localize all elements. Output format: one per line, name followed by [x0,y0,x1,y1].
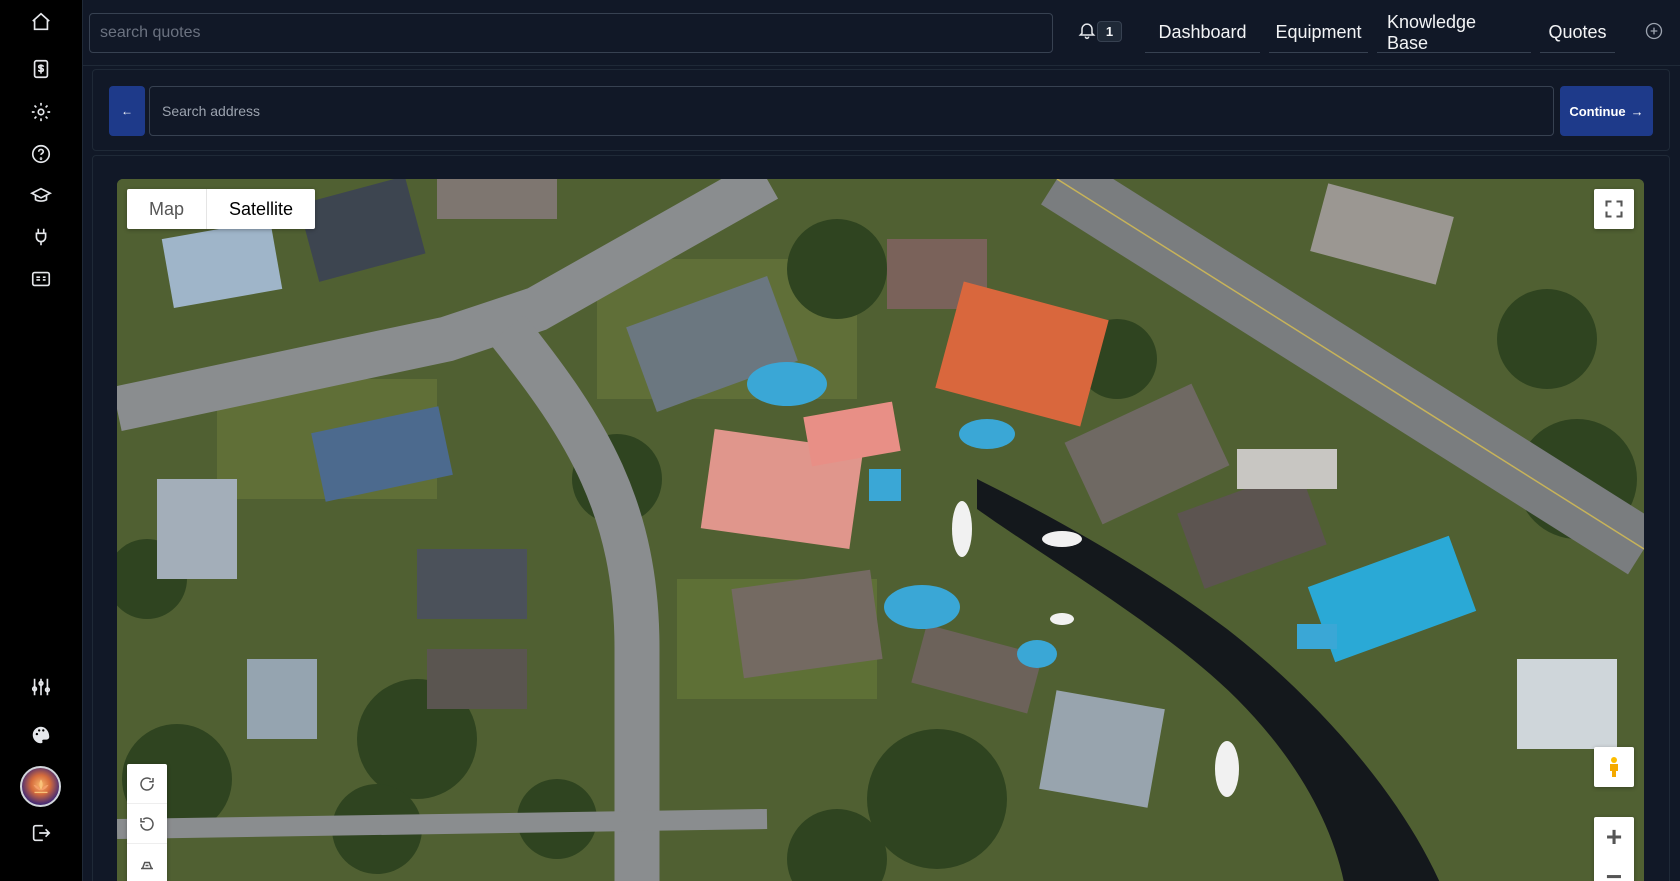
zoom-out-button[interactable]: − [1594,857,1634,881]
back-button[interactable]: ← [109,86,145,136]
avatar[interactable] [20,766,61,807]
top-bar: 1 Dashboard Equipment Knowledge Base Quo… [83,0,1680,66]
zoom-controls: + − [1594,817,1634,881]
street-view-pegman-icon[interactable] [1594,747,1634,787]
sidebar [0,0,83,881]
plug-icon[interactable] [28,224,54,250]
notification-count-badge: 1 [1097,21,1122,42]
rotate-counterclockwise-icon[interactable] [127,804,167,844]
nav-dashboard[interactable]: Dashboard [1145,13,1260,53]
nav-quotes[interactable]: Quotes [1540,13,1615,53]
continue-button[interactable]: Continue → [1560,86,1653,136]
graduation-cap-icon[interactable] [28,183,54,209]
map-type-satellite-button[interactable]: Satellite [206,189,315,229]
tilt-icon[interactable] [127,844,167,881]
satellite-map[interactable]: Map Satellite + − [117,179,1644,881]
zoom-in-button[interactable]: + [1594,817,1634,857]
address-search-panel: ← Continue → [92,69,1670,151]
fullscreen-icon[interactable] [1594,189,1634,229]
continue-label: Continue [1569,103,1626,119]
arrow-right-icon: → [1630,103,1644,119]
map-type-map-button[interactable]: Map [127,189,206,229]
home-icon[interactable] [28,9,54,35]
sliders-icon[interactable] [28,674,54,700]
bell-icon[interactable] [1077,20,1099,42]
gear-icon[interactable] [28,99,54,125]
address-search-input[interactable] [149,86,1554,136]
map-panel: Map Satellite + − [92,155,1670,881]
id-card-icon[interactable] [28,266,54,292]
document-dollar-icon[interactable] [28,56,54,82]
search-quotes-input[interactable] [89,13,1053,53]
palette-icon[interactable] [28,722,54,748]
nav-knowledge-base[interactable]: Knowledge Base [1377,12,1531,53]
logout-icon[interactable] [28,820,54,846]
help-circle-icon[interactable] [28,141,54,167]
map-type-toggle: Map Satellite [127,189,316,229]
add-circle-icon[interactable] [1644,21,1666,43]
nav-equipment[interactable]: Equipment [1269,13,1368,53]
rotate-clockwise-icon[interactable] [127,764,167,804]
app: 1 Dashboard Equipment Knowledge Base Quo… [0,0,1680,881]
rotate-controls [127,764,167,881]
satellite-imagery [117,179,1644,881]
